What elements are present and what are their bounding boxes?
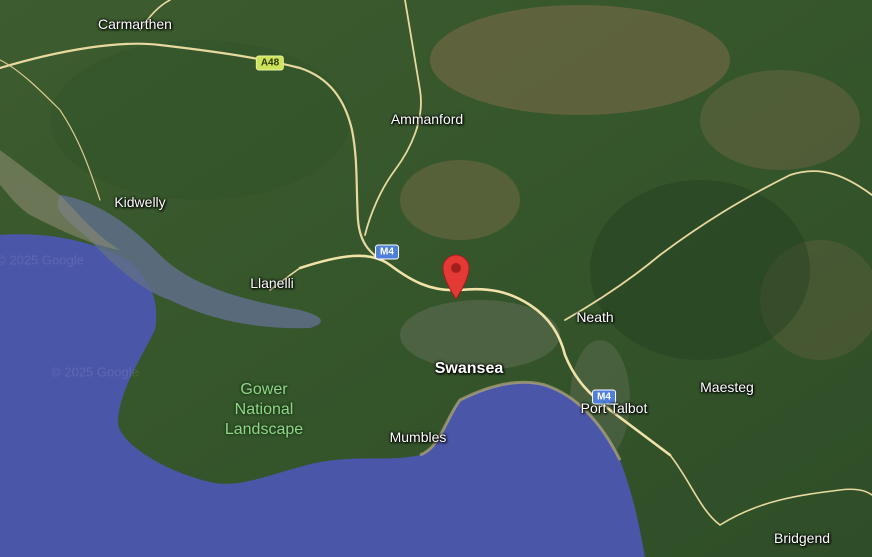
satellite-map[interactable]	[0, 0, 872, 557]
park-label-line: Landscape	[224, 421, 304, 438]
upland-patch	[700, 70, 860, 170]
place-label-ammanford[interactable]: Ammanford	[391, 111, 463, 127]
place-label-neath[interactable]: Neath	[576, 309, 613, 325]
road-shield-a48: A48	[255, 55, 285, 71]
upland-patch	[400, 160, 520, 240]
upland-patch	[430, 5, 730, 115]
forest-patch	[50, 40, 350, 200]
place-label-carmarthen[interactable]: Carmarthen	[98, 16, 172, 32]
place-label-swansea[interactable]: Swansea	[435, 360, 503, 378]
map-pin-dot	[451, 263, 461, 273]
park-label-gower[interactable]: Gower National Landscape	[225, 380, 303, 440]
place-label-mumbles[interactable]: Mumbles	[390, 429, 447, 445]
map-watermark: © 2025 Google	[0, 252, 84, 268]
park-label-line: Gower	[240, 381, 288, 398]
place-label-kidwelly[interactable]: Kidwelly	[114, 194, 165, 210]
map-pin-icon[interactable]	[441, 254, 471, 300]
road-shield-m4: M4	[375, 244, 399, 260]
place-label-bridgend[interactable]: Bridgend	[774, 530, 830, 546]
place-label-maesteg[interactable]: Maesteg	[700, 379, 754, 395]
place-label-port-talbot[interactable]: Port Talbot	[581, 400, 648, 416]
place-label-llanelli[interactable]: Llanelli	[250, 275, 294, 291]
map-pin-body	[442, 254, 470, 300]
map-watermark: © 2025 Google	[51, 364, 139, 380]
forest-patch	[590, 180, 810, 360]
park-label-line: National	[234, 401, 294, 418]
